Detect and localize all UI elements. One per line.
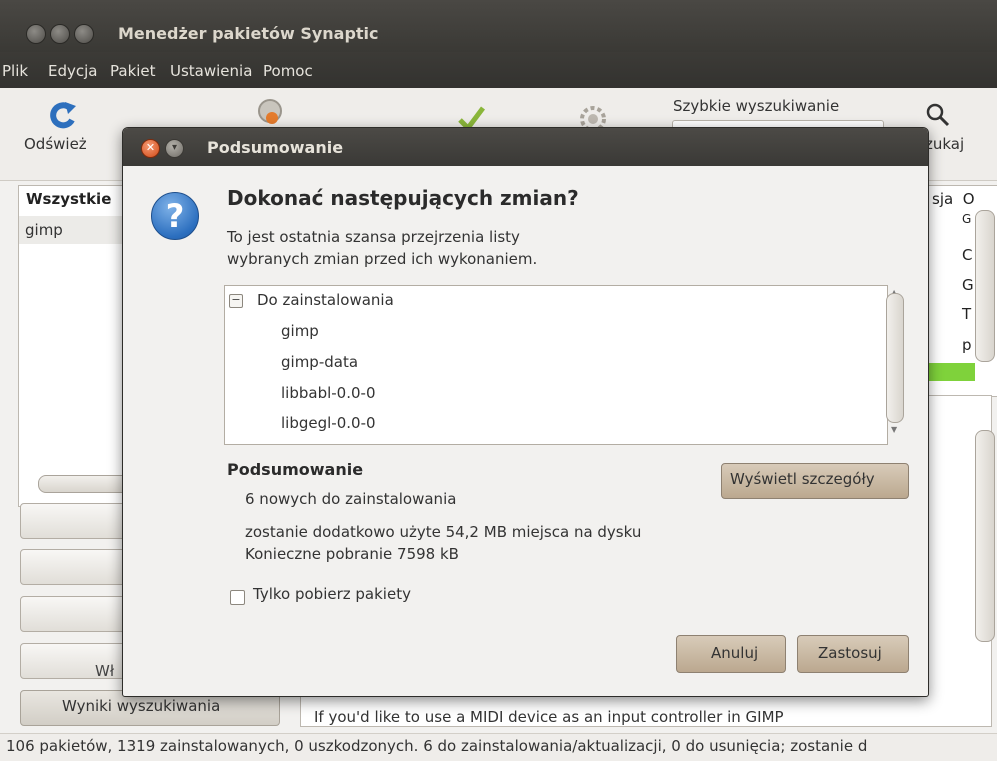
refresh-button-label[interactable]: Odśwież: [24, 135, 87, 153]
dialog-description: wybranych zmian przed ich wykonaniem.: [227, 250, 538, 268]
package-item: gimp-data: [281, 353, 359, 371]
menu-package[interactable]: Pakiet: [110, 62, 156, 80]
package-cell: p: [962, 336, 972, 354]
package-item: libgegl-0.0-0: [281, 414, 376, 432]
search-button-label[interactable]: zukaj: [925, 135, 964, 153]
mark-upgrades-icon[interactable]: [255, 96, 285, 126]
menu-help[interactable]: Pomoc: [263, 62, 313, 80]
dialog-close-icon[interactable]: ✕: [141, 139, 160, 158]
scroll-down-arrow-icon[interactable]: ▼: [891, 425, 897, 434]
status-text: 106 pakietów, 1319 zainstalowanych, 0 us…: [6, 737, 868, 755]
filter-row-label: gimp: [25, 221, 63, 239]
package-item: gimp: [281, 322, 319, 340]
dialog-heading: Dokonać następujących zmian?: [227, 186, 579, 210]
sections-button[interactable]: [20, 503, 130, 539]
window-minimize-icon[interactable]: [50, 24, 70, 44]
summary-heading: Podsumowanie: [227, 460, 364, 479]
menu-file[interactable]: Plik: [2, 62, 28, 80]
package-cell: T: [962, 305, 972, 323]
description-text: If you'd like to use a MIDI device as an…: [314, 708, 784, 726]
package-item: libbabl-0.0-0: [281, 384, 376, 402]
horizontal-scrollbar[interactable]: [38, 475, 130, 493]
window-close-icon[interactable]: [26, 24, 46, 44]
dialog-title: Podsumowanie: [207, 138, 344, 157]
origin-button[interactable]: [20, 596, 130, 632]
package-cell: C: [962, 246, 973, 264]
dialog-description: To jest ostatnia szansa przejrzenia list…: [227, 228, 520, 246]
show-details-label: Wyświetl szczegóły: [730, 470, 875, 488]
menu-settings[interactable]: Ustawienia: [170, 62, 252, 80]
search-icon[interactable]: [925, 102, 951, 128]
dialog-minimize-icon[interactable]: ▾: [165, 139, 184, 158]
quick-search-label: Szybkie wyszukiwanie: [673, 97, 840, 115]
status-button[interactable]: [20, 549, 130, 585]
menu-edit[interactable]: Edycja: [48, 62, 97, 80]
custom-filters-label: Wł: [95, 662, 115, 680]
summary-download-size: Konieczne pobranie 7598 kB: [245, 545, 459, 563]
refresh-icon[interactable]: [48, 100, 80, 130]
package-cell: G: [962, 276, 974, 294]
changes-group-label: Do zainstalowania: [257, 291, 394, 309]
search-results-label: Wyniki wyszukiwania: [62, 697, 221, 715]
package-cell: G: [962, 212, 972, 226]
apply-button-label: Zastosuj: [818, 644, 882, 662]
window-title: Menedżer pakietów Synaptic: [118, 24, 379, 43]
window-maximize-icon[interactable]: [74, 24, 94, 44]
summary-disk-space: zostanie dodatkowo użyte 54,2 MB miejsca…: [245, 523, 642, 541]
question-icon: ?: [151, 192, 199, 240]
collapse-expander-icon[interactable]: −: [229, 294, 243, 308]
description-scrollbar[interactable]: [975, 430, 995, 642]
package-list-scrollbar[interactable]: [975, 210, 995, 362]
filter-list-header[interactable]: Wszystkie: [26, 190, 111, 208]
changes-list-scrollbar[interactable]: [886, 293, 904, 423]
download-only-label[interactable]: Tylko pobierz pakiety: [253, 585, 411, 603]
package-list-header[interactable]: sja O: [932, 190, 975, 208]
summary-new-count: 6 nowych do zainstalowania: [245, 490, 457, 508]
summary-dialog: ✕ ▾ Podsumowanie ? Dokonać następujących…: [122, 127, 929, 697]
cancel-button-label: Anuluj: [711, 644, 759, 662]
download-only-checkbox[interactable]: [230, 590, 245, 605]
